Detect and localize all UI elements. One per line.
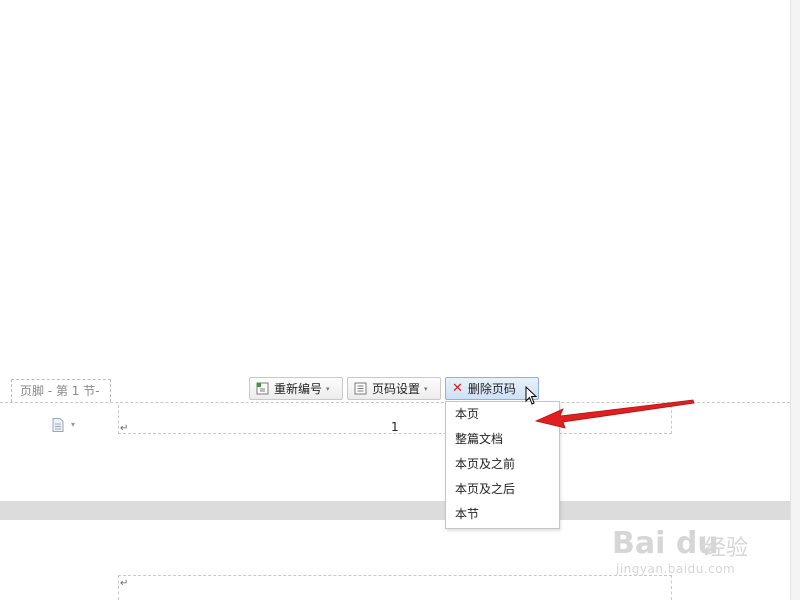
chevron-down-icon[interactable]: ▾ (71, 420, 75, 429)
menu-item-this-page[interactable]: 本页 (446, 402, 559, 427)
mouse-cursor-icon (525, 386, 538, 405)
close-icon: ✕ (452, 381, 463, 396)
window-edge (790, 0, 800, 600)
paragraph-mark: ↵ (120, 578, 129, 589)
page-number-settings-button[interactable]: 页码设置 ▾ (347, 377, 441, 400)
menu-item-whole-document[interactable]: 整篇文档 (446, 427, 559, 452)
renumber-button[interactable]: 重新编号 ▾ (249, 377, 343, 400)
footer-section-tag: 页脚 - 第 1 节- (11, 379, 111, 402)
next-page-header-area (118, 575, 672, 600)
menu-item-this-page-and-after[interactable]: 本页及之后 (446, 477, 559, 502)
delete-page-number-label: 删除页码 (467, 382, 516, 396)
paragraph-mark: ↵ (120, 423, 129, 434)
chevron-down-icon: ▾ (326, 384, 330, 393)
menu-item-this-page-and-before[interactable]: 本页及之前 (446, 452, 559, 477)
chevron-down-icon: ▾ (424, 384, 428, 393)
watermark-jingyan: 经验 (704, 536, 749, 561)
baidu-jingyan-watermark: Bai du 经验 jingyan.baidu.com (612, 516, 762, 580)
menu-item-this-section[interactable]: 本节 (446, 502, 559, 527)
delete-page-number-menu: 本页 整篇文档 本页及之前 本页及之后 本节 (445, 401, 560, 529)
watermark-brand: Bai du (612, 526, 719, 561)
footer-boundary-line (0, 402, 790, 403)
document-icon[interactable] (52, 418, 64, 432)
page-settings-icon (354, 382, 367, 395)
renumber-label: 重新编号 (274, 382, 323, 396)
page-settings-label: 页码设置 (372, 382, 421, 396)
watermark-url: jingyan.baidu.com (616, 562, 736, 576)
page-number[interactable]: 1 (391, 420, 399, 434)
renumber-icon (256, 382, 269, 395)
